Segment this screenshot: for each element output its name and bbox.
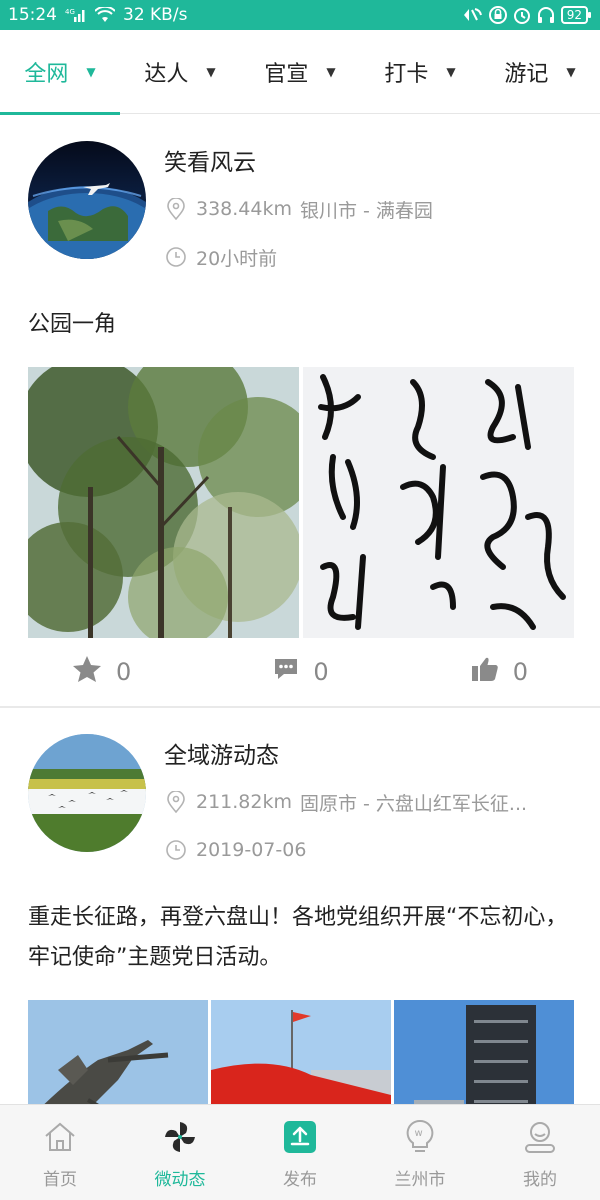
location-pin-icon [164,790,188,814]
svg-text:w: w [415,1128,423,1139]
wifi-icon [95,7,115,23]
battery-icon: 92 [560,6,592,24]
clock-icon [164,245,188,269]
lock-icon [488,6,507,24]
user-icon [520,1117,560,1157]
network-type: 4G [65,8,75,16]
location-pin-icon [164,197,188,221]
post-location: 固原市 - 六盘山红军长征... [300,792,528,815]
comment-count: 0 [313,658,329,686]
nav-publish[interactable]: 发布 [240,1105,360,1200]
nav-moments[interactable]: 微动态 [120,1105,240,1200]
comment-button[interactable]: 0 [273,657,329,687]
post-image-statue[interactable] [28,1000,208,1105]
nav-me[interactable]: 我的 [480,1105,600,1200]
category-tabs: 全网 ▼ 达人 ▼ 官宣 ▼ 打卡 ▼ 游记 ▼ [0,30,600,115]
pinwheel-icon [160,1117,200,1157]
home-icon [40,1117,80,1157]
caret-down-icon: ▼ [86,65,96,79]
tab-checkin[interactable]: 打卡 ▼ [360,30,480,114]
time-row: 2019-07-06 [164,826,527,874]
post-location: 银川市 - 满春园 [300,199,433,222]
tab-experts[interactable]: 达人 ▼ [120,30,240,114]
caret-down-icon: ▼ [206,65,216,79]
nav-home[interactable]: 首页 [0,1105,120,1200]
bulb-icon: w [400,1117,440,1157]
tab-official[interactable]: 官宣 ▼ [240,30,360,114]
post-image-tower[interactable] [394,1000,574,1105]
caret-down-icon: ▼ [566,65,576,79]
comment-icon [273,657,299,687]
nav-city[interactable]: w 兰州市 [360,1105,480,1200]
nav-label: 我的 [523,1169,557,1190]
nfc-icon [461,6,483,24]
post-image-trees[interactable] [13,347,318,647]
post-actions: 0 0 0 [28,638,572,706]
favorite-count: 0 [116,658,132,686]
tab-label: 达人 [144,62,189,87]
clock-icon [164,838,188,862]
thumbs-up-icon [471,656,499,688]
like-button[interactable]: 0 [471,656,528,688]
status-bar: 15:24 4G 32 KB/s 92 [0,0,600,30]
tab-label: 官宣 [264,62,309,87]
tab-label: 全网 [24,62,69,87]
avatar[interactable] [28,734,146,852]
post-images [13,347,574,647]
network-speed: 32 KB/s [123,5,188,25]
alarm-icon [513,6,531,24]
post-header: 全域游动态 211.82km 固原市 - 六盘山红军长征... 2019-07-… [28,708,572,874]
upload-icon [280,1117,320,1157]
caret-down-icon: ▼ [326,65,336,79]
nav-label: 兰州市 [394,1169,446,1190]
post-distance: 211.82km [196,791,292,813]
like-count: 0 [512,658,528,686]
post-text: 公园一角 [28,312,117,337]
post-time: 2019-07-06 [196,839,307,861]
tab-all[interactable]: 全网 ▼ [0,30,120,115]
author-name[interactable]: 全域游动态 [164,738,527,778]
bottom-nav: 首页 微动态 发布 w 兰州市 我的 [0,1104,600,1200]
post-header: 笑看风云 338.44km 银川市 - 满春园 20小时前 [28,115,572,281]
post-text: 重走长征路，再登六盘山！各地党组织开展“不忘初心，牢记使命”主题党日活动。 [28,905,568,970]
favorite-button[interactable]: 0 [72,655,131,689]
feed-post[interactable]: 笑看风云 338.44km 银川市 - 满春园 20小时前 公园一角 0 0 0 [0,115,600,708]
author-name[interactable]: 笑看风云 [164,145,433,185]
post-images [28,1000,574,1105]
nav-label: 微动态 [154,1169,206,1190]
tab-label: 打卡 [384,62,429,87]
post-time: 20小时前 [196,247,278,270]
nav-label: 首页 [43,1169,77,1190]
tab-label: 游记 [504,62,549,87]
caret-down-icon: ▼ [446,65,456,79]
avatar[interactable] [28,141,146,259]
tab-travelogue[interactable]: 游记 ▼ [480,30,600,114]
location-row: 338.44km 银川市 - 满春园 [164,185,433,233]
status-time: 15:24 [8,5,57,25]
star-icon [72,655,102,689]
time-row: 20小时前 [164,233,433,281]
battery-level: 92 [566,8,582,22]
feed-post[interactable]: 全域游动态 211.82km 固原市 - 六盘山红军长征... 2019-07-… [0,708,600,1105]
signal-icon: 4G [65,7,87,23]
location-row: 211.82km 固原市 - 六盘山红军长征... [164,778,527,826]
post-distance: 338.44km [196,198,292,220]
post-image-memorial[interactable] [211,1000,391,1105]
feed-list[interactable]: 笑看风云 338.44km 银川市 - 满春园 20小时前 公园一角 0 0 0… [0,115,600,1105]
post-image-calligraphy[interactable] [303,367,574,638]
nav-label: 发布 [283,1169,317,1190]
headset-icon [537,6,555,24]
